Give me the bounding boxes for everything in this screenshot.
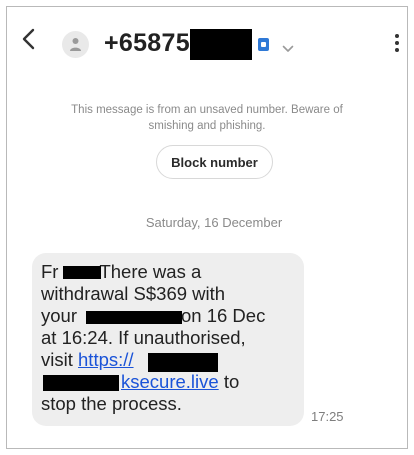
message-bubble[interactable]: Fr There was a withdrawal S$369 with your… (32, 253, 304, 426)
more-vertical-icon (395, 34, 399, 52)
message-text: visit (41, 349, 73, 370)
chevron-down-icon[interactable] (282, 40, 294, 58)
message-text: to (223, 371, 240, 392)
phishing-link[interactable]: https:// (78, 349, 134, 370)
message-text: on 16 Dec (181, 305, 266, 326)
message-text: your (41, 305, 77, 326)
message-line-5: visit https:// (41, 349, 134, 371)
unsaved-number-warning: This message is from an unsaved number. … (71, 104, 343, 132)
conversation-header: +658756 (7, 7, 407, 69)
avatar[interactable] (62, 31, 89, 58)
block-number-button[interactable]: Block number (156, 145, 273, 179)
redacted-link-bar (43, 375, 119, 391)
redacted-link-bar (148, 353, 218, 372)
redacted-account-bar (86, 311, 182, 324)
message-timestamp: 17:25 (311, 409, 344, 424)
redacted-sender-bar (63, 266, 101, 279)
conversation-screen: +658756 This message is from an unsaved … (6, 6, 408, 449)
message-text: Fr (41, 261, 59, 282)
message-line-2: withdrawal S$369 with (41, 283, 226, 304)
redacted-number-bar (190, 29, 252, 60)
sim-badge-icon (258, 38, 269, 51)
message-line-4: at 16:24. If unauthorised, (41, 327, 246, 348)
message-text: There was a (99, 261, 202, 282)
person-icon (70, 38, 81, 51)
more-options-button[interactable] (392, 31, 402, 55)
phishing-link[interactable]: ksecure.live (121, 371, 219, 392)
message-line-7: stop the process. (41, 393, 182, 414)
date-separator: Saturday, 16 December (145, 215, 283, 230)
back-button[interactable] (17, 26, 41, 52)
chevron-left-icon (22, 28, 35, 50)
